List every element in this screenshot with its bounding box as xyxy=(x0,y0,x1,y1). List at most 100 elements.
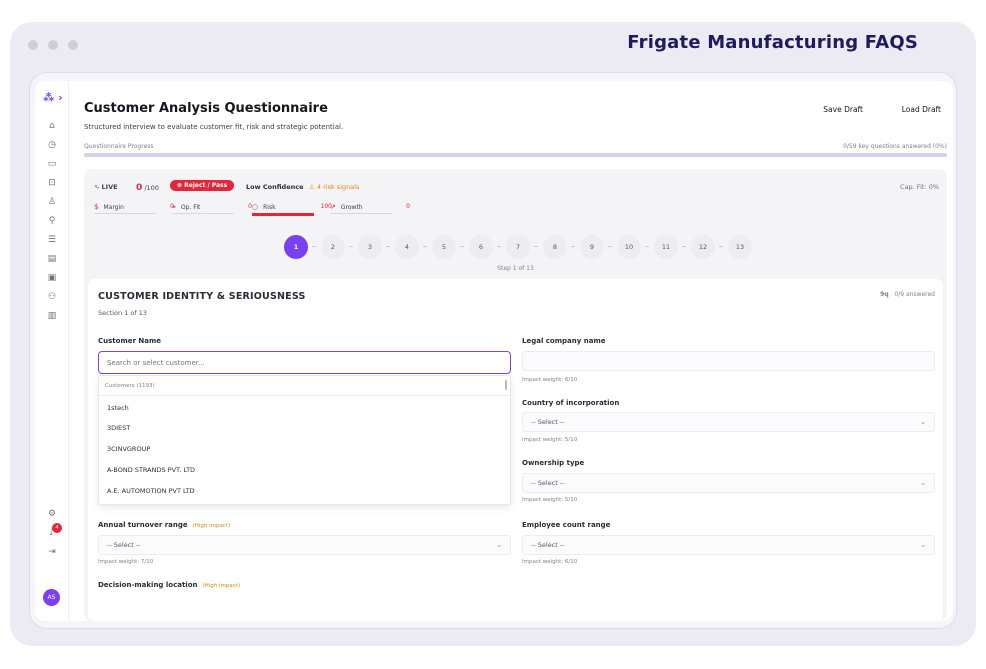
step-11[interactable]: 11 xyxy=(654,235,678,259)
step-separator xyxy=(423,246,427,247)
step-6[interactable]: 6 xyxy=(469,235,493,259)
dropdown-item[interactable]: 3DIEST xyxy=(99,418,510,438)
ownership-hint: Impact weight: 5/10 xyxy=(522,497,578,503)
step-5[interactable]: 5 xyxy=(432,235,456,259)
folder-icon[interactable]: ▭ xyxy=(45,159,59,169)
step-13[interactable]: 13 xyxy=(728,235,752,259)
customer-search-input[interactable] xyxy=(98,351,511,374)
assign-icon[interactable]: ♙ xyxy=(45,197,59,207)
chevron-down-icon: ⌄ xyxy=(920,479,926,487)
growth-icon: ↗ xyxy=(330,203,336,211)
target-icon: ⌖ xyxy=(172,203,176,211)
step-label: Step 1 of 13 xyxy=(497,265,534,272)
dropdown-scrollbar[interactable] xyxy=(505,380,507,390)
save-draft-button[interactable]: Save Draft xyxy=(823,105,863,114)
logout-icon[interactable]: ⇥ xyxy=(45,547,59,557)
sidebar-rail: ⁂ › ⌂ ◷ ▭ ⊡ ♙ ⚲ ☰ ▤ ▣ ⚇ ▥ ⚙ ♪ 4 ⇥ AS xyxy=(35,81,69,621)
document-icon[interactable]: ▤ xyxy=(45,254,59,264)
wrench-icon[interactable]: ⚲ xyxy=(45,216,59,226)
step-1[interactable]: 1 xyxy=(284,235,308,259)
main-content: Customer Analysis Questionnaire Structur… xyxy=(69,81,953,621)
step-separator xyxy=(645,246,649,247)
confidence-label: Low Confidence xyxy=(246,183,304,191)
home-icon[interactable]: ⌂ xyxy=(45,121,59,131)
step-7[interactable]: 7 xyxy=(506,235,530,259)
chevron-down-icon: ⌄ xyxy=(496,541,502,549)
section-subtitle: Section 1 of 13 xyxy=(98,309,148,317)
dropdown-item[interactable]: A.E. AUTOMOTION PVT LTD xyxy=(99,481,510,501)
step-separator xyxy=(682,246,686,247)
step-separator xyxy=(719,246,723,247)
step-separator xyxy=(571,246,575,247)
step-separator xyxy=(312,246,316,247)
step-separator xyxy=(534,246,538,247)
warning-icon: ⚠ xyxy=(309,183,317,191)
metric-growth: ↗ Growth 0 xyxy=(330,203,410,214)
turnover-select[interactable]: -- Select -- ⌄ xyxy=(98,535,511,555)
window-controls xyxy=(28,40,78,50)
step-10[interactable]: 10 xyxy=(617,235,641,259)
employee-hint: Impact weight: 6/10 xyxy=(522,559,578,565)
app-window: ⁂ › ⌂ ◷ ▭ ⊡ ♙ ⚲ ☰ ▤ ▣ ⚇ ▥ ⚙ ♪ 4 ⇥ AS Cus… xyxy=(35,81,953,621)
country-select[interactable]: -- Select -- ⌄ xyxy=(522,412,935,432)
step-3[interactable]: 3 xyxy=(358,235,382,259)
dollar-icon: $ xyxy=(94,203,99,211)
step-9[interactable]: 9 xyxy=(580,235,604,259)
country-label: Country of incorporation xyxy=(522,399,620,407)
step-navigator: Step 1 of 13 1 2 3 4 5 6 7 8 9 10 11 12 13 xyxy=(84,227,947,275)
page-title: Customer Analysis Questionnaire xyxy=(84,101,328,116)
employee-label: Employee count range xyxy=(522,521,611,529)
window-dot[interactable] xyxy=(68,40,78,50)
screen-frame: ⁂ › ⌂ ◷ ▭ ⊡ ♙ ⚲ ☰ ▤ ▣ ⚇ ▥ ⚙ ♪ 4 ⇥ AS Cus… xyxy=(29,72,957,629)
section-title: CUSTOMER IDENTITY & SERIOUSNESS xyxy=(98,291,306,302)
score-suffix: /100 xyxy=(144,184,159,192)
dropdown-item[interactable]: A-BOND STRANDS PVT. LTD xyxy=(99,460,510,480)
step-4[interactable]: 4 xyxy=(395,235,419,259)
turnover-label: Annual turnover range (High impact) xyxy=(98,521,231,529)
chart-icon[interactable]: ▥ xyxy=(45,311,59,321)
chevron-down-icon: ⌄ xyxy=(920,541,926,549)
logo-icon[interactable]: ⁂ › xyxy=(43,91,63,104)
section-card: CUSTOMER IDENTITY & SERIOUSNESS Section … xyxy=(88,279,943,621)
ownership-label: Ownership type xyxy=(522,459,585,467)
step-2[interactable]: 2 xyxy=(321,235,345,259)
chevron-down-icon: ⌄ xyxy=(920,418,926,426)
avatar[interactable]: AS xyxy=(43,589,60,606)
dropdown-item[interactable]: 1stech xyxy=(99,398,510,418)
risk-signals: ⚠ 4 risk signals xyxy=(309,183,360,191)
pulse-icon: ∿ xyxy=(94,183,102,191)
building-icon[interactable]: ▣ xyxy=(45,273,59,283)
window-dot[interactable] xyxy=(28,40,38,50)
questionnaire-panel: ∿ LIVE 0 /100 ⊗ Reject / Pass Low Confid… xyxy=(84,169,947,621)
live-indicator: ∿ LIVE xyxy=(94,183,118,191)
ownership-select[interactable]: -- Select -- ⌄ xyxy=(522,473,935,493)
load-draft-button[interactable]: Load Draft xyxy=(902,105,941,114)
step-separator xyxy=(386,246,390,247)
legal-name-label: Legal company name xyxy=(522,337,606,345)
brand-title: Frigate Manufacturing FAQS xyxy=(627,32,918,53)
decision-location-label: Decision-making location (High impact) xyxy=(98,581,241,589)
step-8[interactable]: 8 xyxy=(543,235,567,259)
window-dot[interactable] xyxy=(48,40,58,50)
step-separator xyxy=(497,246,501,247)
customer-name-label: Customer Name xyxy=(98,337,161,345)
answered-count: 9q 0/9 answered xyxy=(880,291,935,298)
database-icon[interactable]: ☰ xyxy=(45,235,59,245)
progress-count: 0/59 key questions answered (0%) xyxy=(843,143,947,150)
clock-icon[interactable]: ◷ xyxy=(45,140,59,150)
step-separator xyxy=(608,246,612,247)
truck-icon[interactable]: ⊡ xyxy=(45,178,59,188)
page-subtitle: Structured interview to evaluate custome… xyxy=(84,123,344,131)
metric-margin: $ Margin 0 xyxy=(94,203,174,214)
gear-icon[interactable]: ⚙ xyxy=(45,509,59,519)
legal-name-hint: Impact weight: 6/10 xyxy=(522,377,578,383)
users-icon[interactable]: ⚇ xyxy=(45,292,59,302)
step-separator xyxy=(349,246,353,247)
dropdown-item[interactable]: 3CINVGROUP xyxy=(99,439,510,459)
legal-name-input[interactable] xyxy=(522,351,935,371)
notification-badge: 4 xyxy=(52,523,62,533)
step-12[interactable]: 12 xyxy=(691,235,715,259)
questions-icon: 9q xyxy=(880,291,889,298)
progress-bar xyxy=(84,153,947,157)
employee-select[interactable]: -- Select -- ⌄ xyxy=(522,535,935,555)
